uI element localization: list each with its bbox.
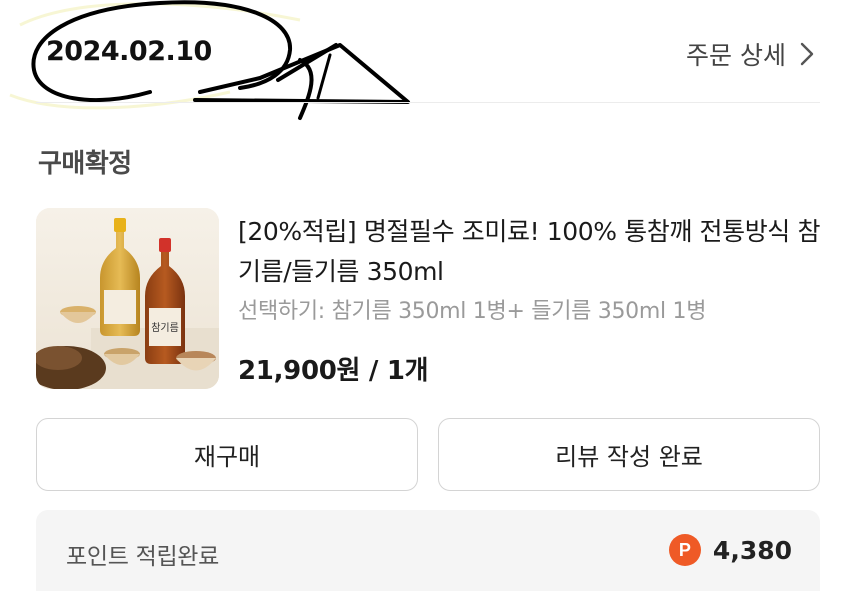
order-detail-label: 주문 상세	[686, 41, 786, 70]
points-summary: 포인트 적립완료 P 4,380	[36, 510, 820, 591]
rebuy-button-label: 재구매	[193, 443, 261, 471]
product-title[interactable]: [20%적립] 명절필수 조미료! 100% 통참깨 전통방식 참기름/들기름 …	[238, 212, 828, 292]
order-status: 구매확정	[38, 149, 132, 179]
order-detail-link[interactable]: 주문 상세	[686, 36, 814, 72]
product-option: 선택하기: 참기름 350ml 1병+ 들기름 350ml 1병	[238, 299, 707, 324]
handwritten-scribble	[9, 0, 410, 120]
chevron-right-icon	[800, 42, 814, 66]
points-value: 4,380	[712, 535, 792, 565]
points-amount: P 4,380	[668, 534, 792, 566]
price-quantity: 21,900원 / 1개	[238, 356, 429, 386]
rebuy-button[interactable]: 재구매	[36, 418, 418, 491]
point-p-icon: P	[668, 534, 701, 566]
header-divider	[36, 102, 820, 103]
points-label: 포인트 적립완료	[66, 544, 220, 570]
product-thumbnail[interactable]: 참기름	[36, 208, 219, 389]
bottle-label-text: 참기름	[151, 322, 179, 334]
review-complete-button[interactable]: 리뷰 작성 완료	[438, 418, 820, 491]
review-button-label: 리뷰 작성 완료	[555, 443, 703, 471]
order-header: 2024.02.10 주문 상세	[0, 0, 856, 120]
sesame-oil-bottles-image: 참기름	[36, 208, 219, 389]
